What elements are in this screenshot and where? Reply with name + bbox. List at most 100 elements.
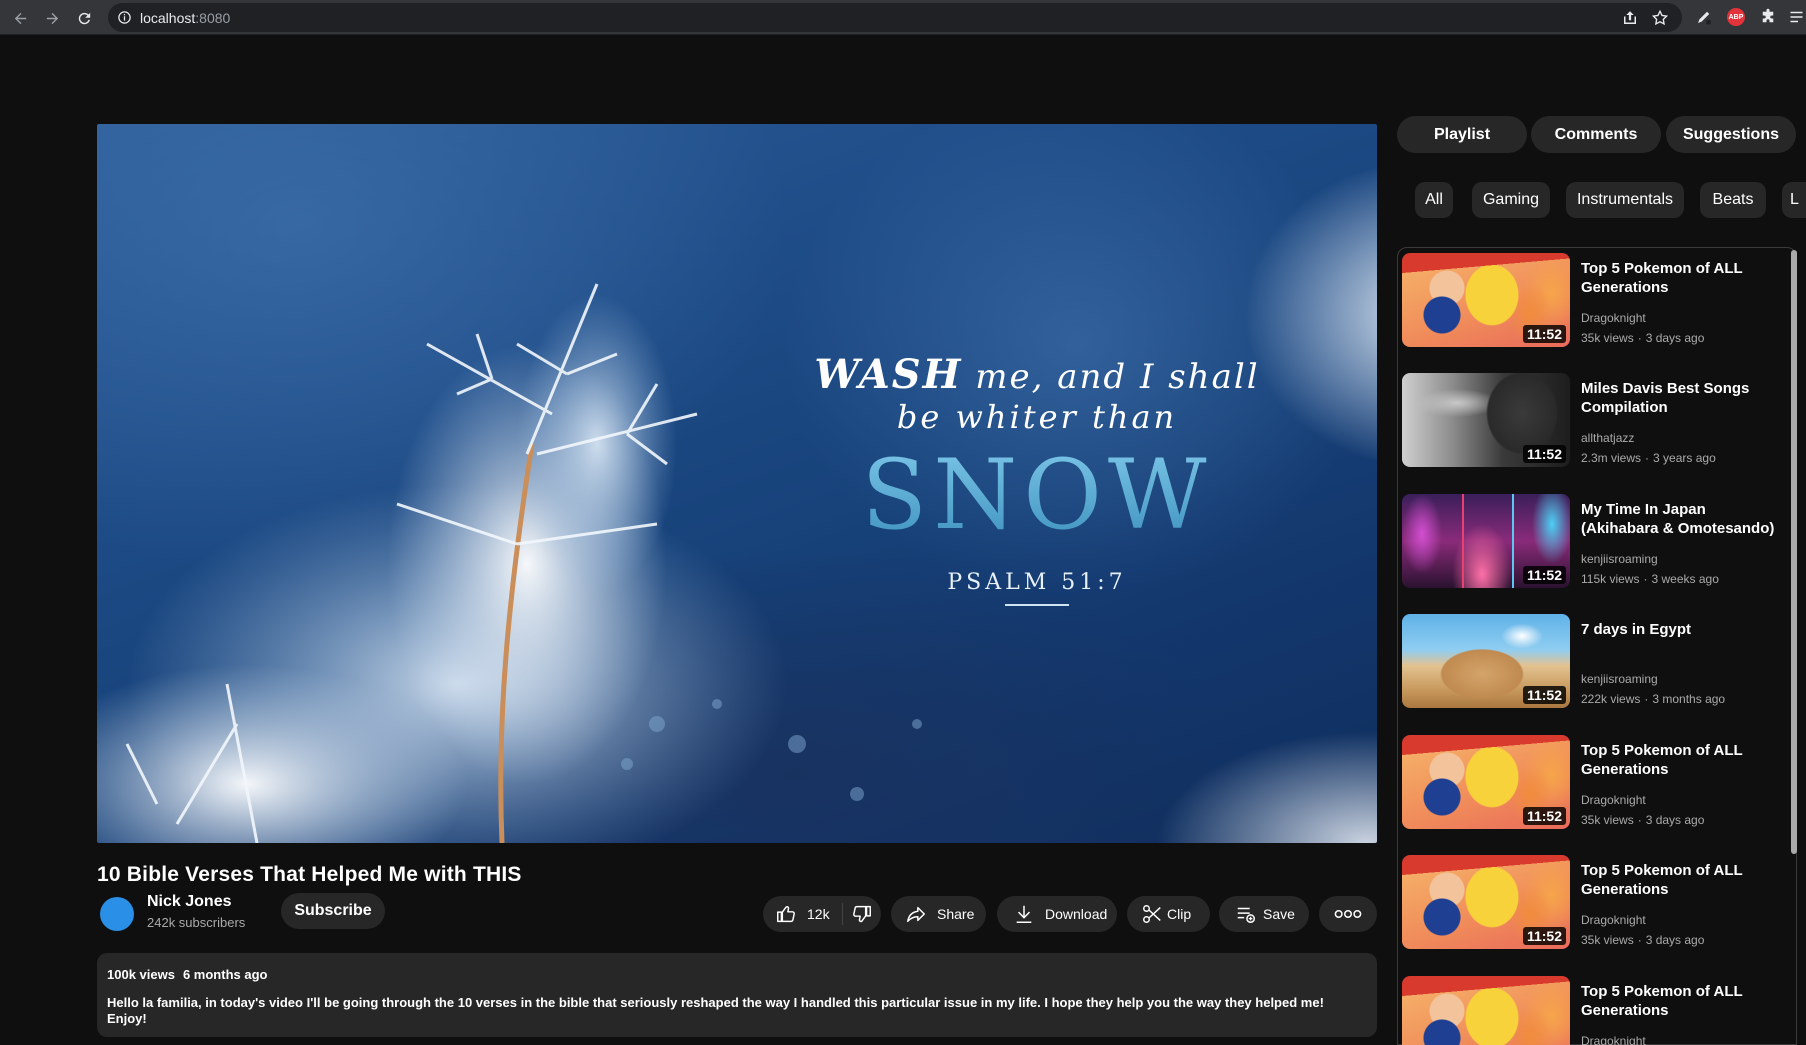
- suggestion-title[interactable]: 7 days in Egypt: [1581, 620, 1776, 639]
- share-label: Share: [937, 906, 975, 922]
- suggestion-channel[interactable]: kenjiisroaming: [1581, 552, 1658, 566]
- description-text: Hello la familia, in today's video I'll …: [107, 995, 1324, 1026]
- like-button[interactable]: 12k: [763, 903, 830, 925]
- dislike-button[interactable]: [851, 903, 873, 925]
- reload-icon: [78, 12, 90, 24]
- address-bar[interactable]: localhost:8080: [108, 3, 1682, 32]
- clip-button[interactable]: Clip: [1127, 896, 1210, 932]
- suggestion-channel[interactable]: allthatjazz: [1581, 431, 1634, 445]
- suggestion-item[interactable]: Top 5 Pokemon of ALL Generations Dragokn…: [1402, 976, 1782, 1045]
- duration-badge: 11:52: [1522, 445, 1566, 463]
- bookmark-star-icon[interactable]: [1651, 9, 1669, 27]
- like-count: 12k: [807, 906, 830, 922]
- suggestion-item[interactable]: 11:52 Top 5 Pokemon of ALL Generations D…: [1402, 253, 1782, 351]
- suggestion-item[interactable]: 11:52 My Time In Japan (Akihabara & Omot…: [1402, 494, 1782, 592]
- suggestion-item[interactable]: 11:52 Top 5 Pokemon of ALL Generations D…: [1402, 855, 1782, 953]
- tab-comments[interactable]: Comments: [1531, 116, 1661, 153]
- extensions-puzzle-icon[interactable]: [1757, 6, 1779, 28]
- like-divider: [841, 903, 843, 925]
- adblock-icon[interactable]: ABP: [1725, 6, 1747, 28]
- save-label: Save: [1263, 906, 1295, 922]
- suggestion-item[interactable]: 11:52 Miles Davis Best Songs Compilation…: [1402, 373, 1782, 471]
- upload-age: 6 months ago: [182, 967, 268, 982]
- tab-playlist[interactable]: Playlist: [1397, 116, 1527, 153]
- description-box[interactable]: 100k views 6 months ago Hello la familia,…: [97, 953, 1377, 1037]
- channel-name[interactable]: Nick Jones: [147, 893, 231, 911]
- suggestion-thumbnail[interactable]: 11:52: [1402, 855, 1570, 949]
- scissors-icon: [1143, 905, 1161, 923]
- duration-badge: 11:52: [1522, 927, 1566, 945]
- clip-label: Clip: [1167, 906, 1192, 922]
- suggestion-meta: 35k views · 3 days ago: [1581, 933, 1705, 947]
- duration-badge: 11:52: [1522, 807, 1566, 825]
- arrow-right-icon: [46, 12, 58, 24]
- info-icon[interactable]: [117, 10, 132, 25]
- reading-list-icon[interactable]: [1787, 6, 1806, 28]
- verse-divider: [1005, 604, 1069, 606]
- subscriber-count: 242k subscribers: [147, 915, 246, 930]
- suggestion-channel[interactable]: kenjiisroaming: [1581, 672, 1658, 686]
- suggestion-channel[interactable]: Dragoknight: [1581, 793, 1646, 807]
- verse-line-2: be whiter than: [896, 398, 1178, 436]
- suggestion-title[interactable]: Top 5 Pokemon of ALL Generations: [1581, 982, 1776, 1020]
- chip-beats[interactable]: Beats: [1700, 182, 1766, 218]
- suggestion-channel[interactable]: Dragoknight: [1581, 1034, 1646, 1045]
- suggestion-title[interactable]: Miles Davis Best Songs Compilation: [1581, 379, 1776, 417]
- suggestion-channel[interactable]: Dragoknight: [1581, 913, 1646, 927]
- thumbs-up-icon: [777, 906, 795, 923]
- chip-instrumentals[interactable]: Instrumentals: [1566, 182, 1684, 218]
- share-page-icon[interactable]: [1621, 9, 1639, 27]
- suggestion-thumbnail[interactable]: 11:52: [1402, 614, 1570, 708]
- duration-badge: 11:52: [1522, 686, 1566, 704]
- suggestion-thumbnail[interactable]: 11:52: [1402, 735, 1570, 829]
- playlist-add-icon: [1237, 907, 1255, 923]
- suggestion-meta: 35k views · 3 days ago: [1581, 813, 1705, 827]
- description-meta: 100k views 6 months ago: [107, 967, 1367, 982]
- suggestion-item[interactable]: 11:52 Top 5 Pokemon of ALL Generations D…: [1402, 735, 1782, 833]
- verse-overlay: WASH me, and I shall be whiter than SNOW…: [797, 354, 1277, 606]
- verse-reference: PSALM 51:7: [947, 570, 1127, 595]
- video-title: 10 Bible Verses That Helped Me with THIS: [97, 863, 522, 886]
- suggestion-channel[interactable]: Dragoknight: [1581, 311, 1646, 325]
- suggestion-title[interactable]: Top 5 Pokemon of ALL Generations: [1581, 259, 1776, 297]
- suggestion-thumbnail[interactable]: 11:52: [1402, 373, 1570, 467]
- share-arrow-icon: [907, 906, 925, 923]
- extension-pen-icon[interactable]: [1693, 6, 1715, 28]
- suggestion-meta: 222k views · 3 months ago: [1581, 692, 1726, 706]
- duration-badge: 11:52: [1522, 325, 1566, 343]
- like-dislike-group: 12k: [763, 896, 881, 932]
- download-button[interactable]: Download: [997, 896, 1117, 932]
- share-button[interactable]: Share: [891, 896, 986, 932]
- suggestion-title[interactable]: Top 5 Pokemon of ALL Generations: [1581, 861, 1776, 899]
- suggestion-item[interactable]: 11:52 7 days in Egypt kenjiisroaming 222…: [1402, 614, 1782, 712]
- chip-partial[interactable]: L: [1782, 182, 1806, 218]
- suggestion-meta: 115k views · 3 weeks ago: [1581, 572, 1719, 586]
- duration-badge: 11:52: [1522, 566, 1566, 584]
- more-dots-icon: [1334, 909, 1362, 919]
- tab-suggestions[interactable]: Suggestions: [1666, 116, 1796, 153]
- browser-toolbar: localhost:8080 ABP: [0, 0, 1806, 35]
- subscribe-button[interactable]: Subscribe: [281, 893, 385, 929]
- chip-all[interactable]: All: [1415, 182, 1453, 218]
- suggestion-meta: 35k views · 3 days ago: [1581, 331, 1705, 345]
- back-button[interactable]: [8, 6, 32, 30]
- video-player[interactable]: WASH me, and I shall be whiter than SNOW…: [97, 124, 1377, 843]
- chip-gaming[interactable]: Gaming: [1472, 182, 1550, 218]
- suggestion-title[interactable]: My Time In Japan (Akihabara & Omotesando…: [1581, 500, 1776, 538]
- reload-button[interactable]: [72, 6, 96, 30]
- suggestion-title[interactable]: Top 5 Pokemon of ALL Generations: [1581, 741, 1776, 779]
- suggestion-thumbnail[interactable]: [1402, 976, 1570, 1045]
- suggestion-thumbnail[interactable]: 11:52: [1402, 494, 1570, 588]
- save-button[interactable]: Save: [1219, 896, 1309, 932]
- suggestion-meta: 2.3m views · 3 years ago: [1581, 451, 1716, 465]
- channel-avatar[interactable]: [100, 897, 134, 931]
- view-count: 100k views: [107, 967, 175, 982]
- suggestion-thumbnail[interactable]: 11:52: [1402, 253, 1570, 347]
- more-actions-button[interactable]: [1319, 896, 1377, 932]
- forward-button[interactable]: [40, 6, 64, 30]
- suggestions-scrollbar[interactable]: [1791, 250, 1797, 854]
- url-text: localhost:8080: [140, 10, 231, 26]
- download-label: Download: [1045, 906, 1108, 922]
- thumbs-down-icon: [852, 905, 871, 923]
- verse-line-1: WASH me, and I shall: [814, 351, 1260, 398]
